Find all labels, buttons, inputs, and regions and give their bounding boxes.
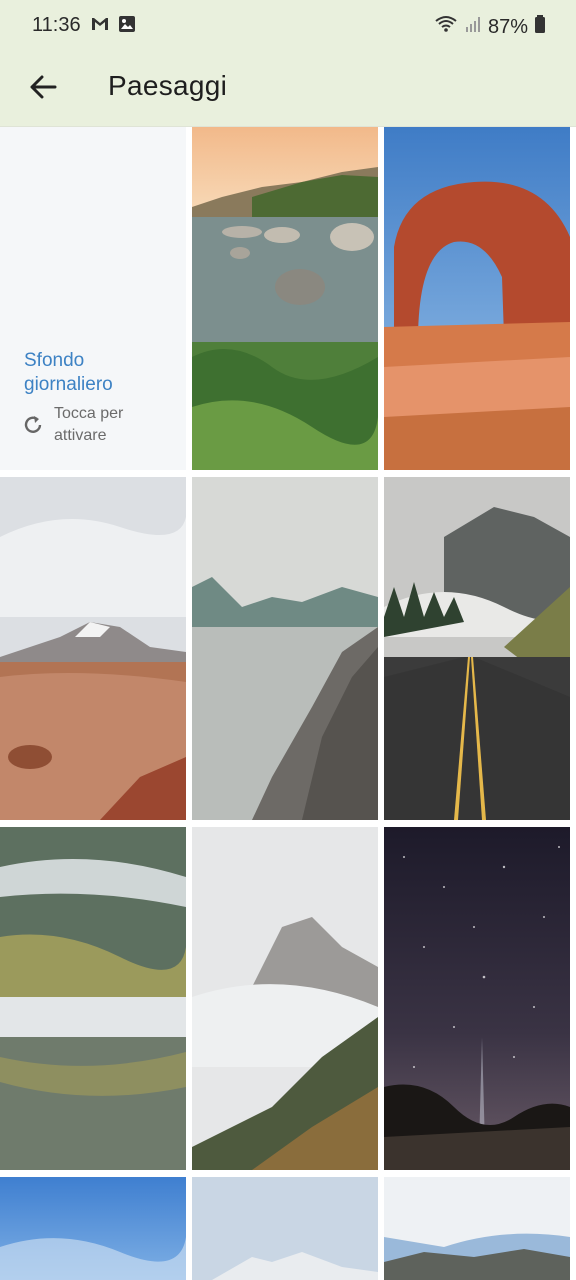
- back-button[interactable]: [18, 64, 68, 114]
- app-bar: Paesaggi: [0, 52, 576, 127]
- daily-wallpaper-label: Sfondo giornaliero: [24, 350, 113, 395]
- battery-icon: [534, 14, 546, 40]
- daily-wallpaper-tile[interactable]: Sfondo giornaliero Tocca per attivare: [0, 127, 186, 470]
- gmail-icon: [90, 15, 110, 39]
- arrow-left-icon: [29, 75, 57, 104]
- wallpaper-thumbnail[interactable]: [384, 1177, 570, 1280]
- battery-percent: 87%: [487, 15, 528, 38]
- image-icon: [118, 15, 136, 39]
- wallpaper-thumbnail[interactable]: [0, 1177, 186, 1280]
- wallpaper-thumbnail[interactable]: [192, 127, 378, 470]
- wallpaper-thumbnail[interactable]: [384, 827, 570, 1170]
- page-title: Paesaggi: [108, 70, 228, 101]
- wallpaper-thumbnail[interactable]: [192, 1177, 378, 1280]
- wallpaper-thumbnail[interactable]: [384, 127, 570, 470]
- system-indicators: 87%: [434, 14, 546, 40]
- refresh-icon: [22, 403, 44, 447]
- wallpaper-thumbnail[interactable]: [0, 477, 186, 820]
- notification-icons: [90, 15, 136, 39]
- daily-wallpaper-action-text: Tocca per attivare: [54, 405, 124, 444]
- wallpaper-thumbnail[interactable]: [0, 827, 186, 1170]
- wallpaper-thumbnail[interactable]: [192, 827, 378, 1170]
- wifi-icon: [434, 15, 458, 39]
- daily-wallpaper-action: Tocca per attivare: [22, 403, 164, 447]
- status-bar: 11:36 87%: [0, 0, 576, 52]
- wallpaper-thumbnail[interactable]: [384, 477, 570, 820]
- signal-icon: [464, 15, 482, 39]
- wallpaper-thumbnail[interactable]: [192, 477, 378, 820]
- clock: 11:36: [32, 14, 81, 36]
